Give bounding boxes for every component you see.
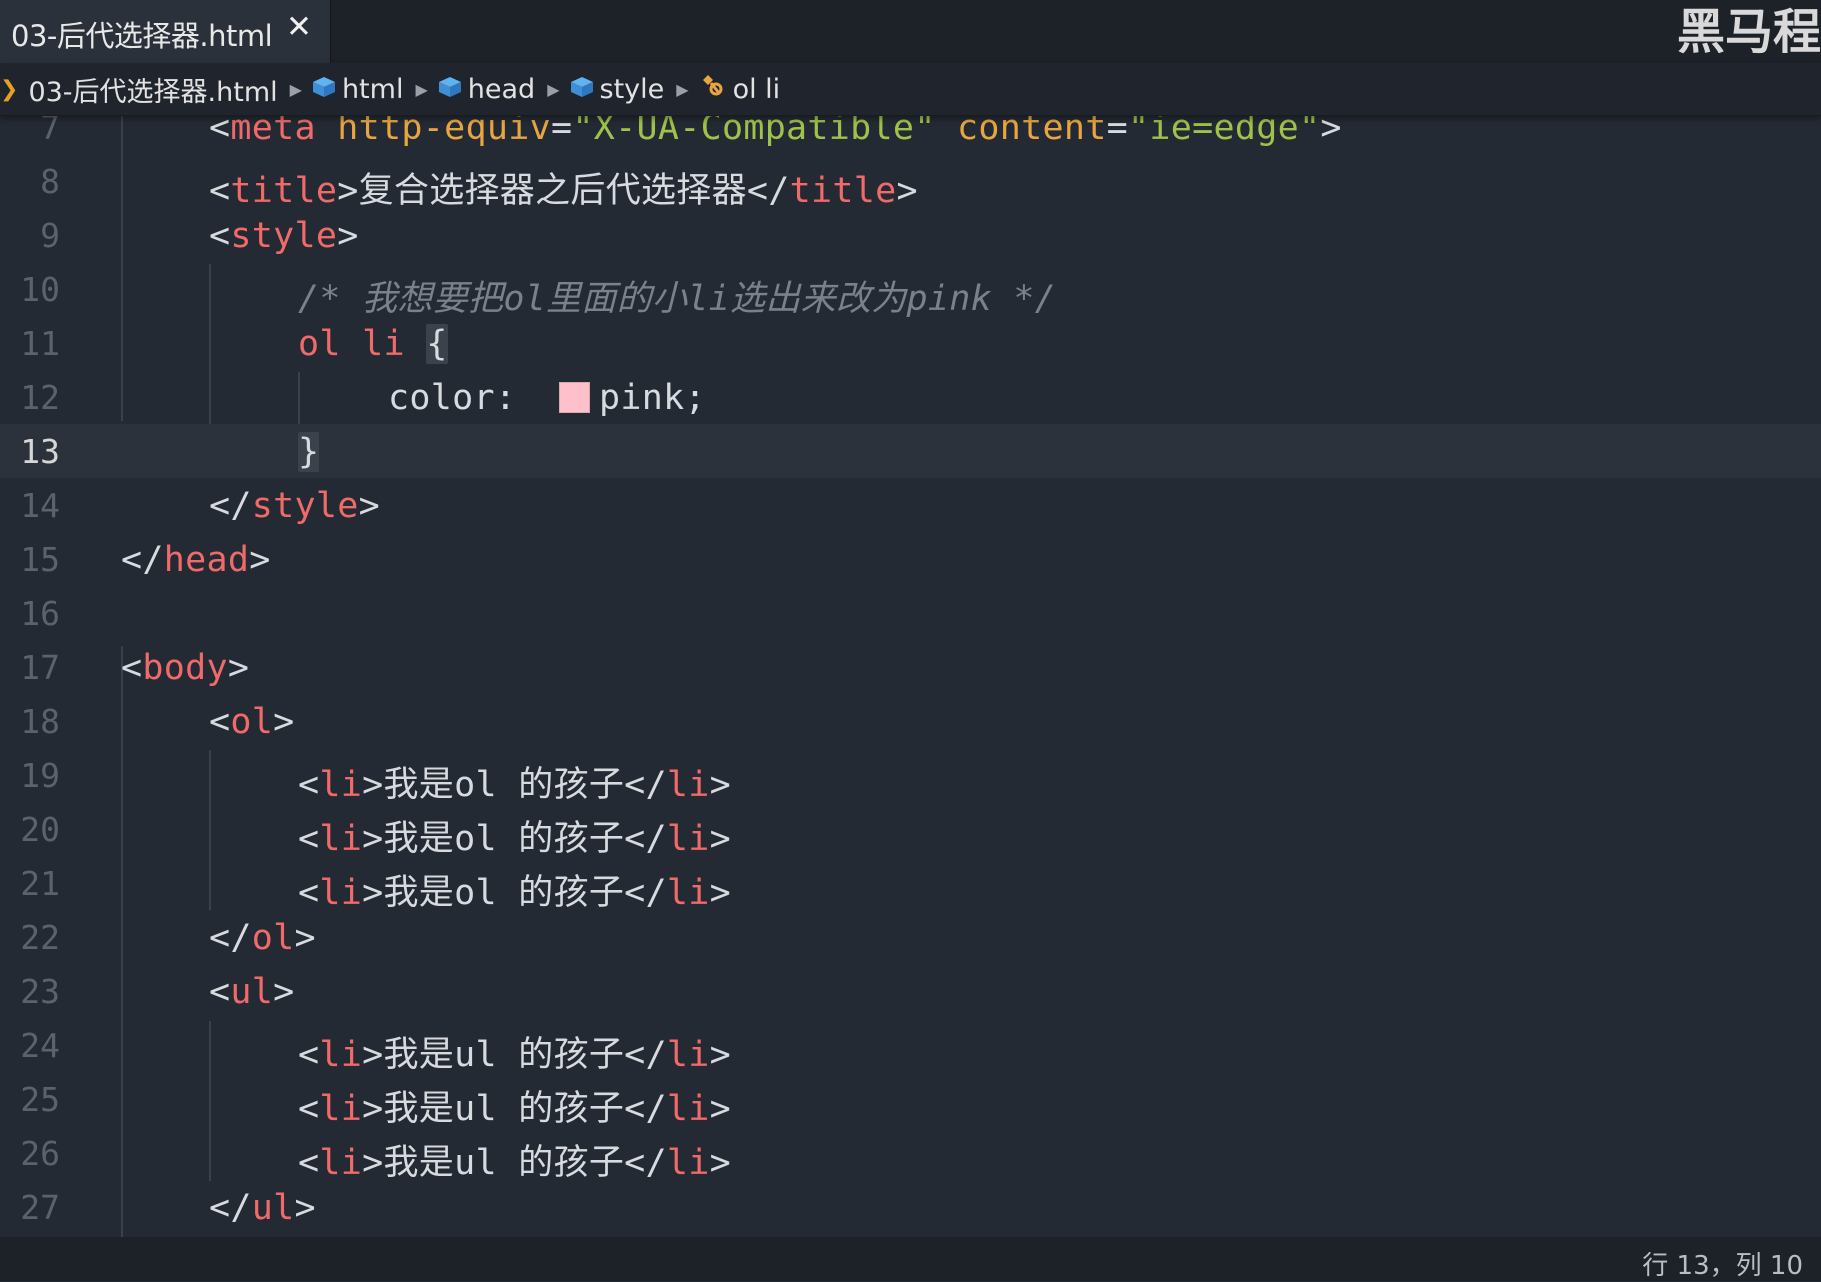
element-cube-icon [438, 74, 462, 105]
breadcrumb-chevron-icon: ❯ [0, 76, 19, 102]
code-line[interactable]: 18 <ol> [0, 694, 1821, 748]
breadcrumb-separator-icon: ▶ [289, 79, 302, 99]
code-line[interactable]: 9 <style> [0, 208, 1821, 262]
code-text: </ol> [209, 918, 316, 958]
element-cube-icon [570, 74, 594, 105]
line-number: 21 [20, 864, 60, 903]
code-comment: /* 我想要把ol里面的小li选出来改为pink */ [298, 279, 1057, 319]
code-text: </head> [121, 540, 271, 580]
line-number: 10 [20, 270, 60, 309]
breadcrumb-separator-icon: ▶ [547, 79, 560, 99]
code-text: <li>我是ul 的孩子</li> [298, 1143, 731, 1183]
code-text: </ul> [209, 1188, 316, 1228]
line-number: 17 [20, 648, 60, 687]
code-text: <body> [121, 648, 250, 688]
color-swatch-icon[interactable] [558, 382, 590, 413]
code-text: </style> [209, 486, 380, 526]
line-number: 25 [20, 1080, 60, 1119]
code-text: <li>我是ul 的孩子</li> [298, 1035, 731, 1075]
line-number: 19 [20, 756, 60, 795]
line-number: 18 [20, 702, 60, 741]
code-text: <style> [209, 216, 359, 256]
matched-brace: } [298, 432, 320, 472]
watermark-logo: 黑马程 [1676, 4, 1821, 60]
code-line-active[interactable]: 13 } [0, 424, 1821, 478]
code-line[interactable]: 22 </ol> [0, 910, 1821, 964]
breadcrumb-item-head[interactable]: head [468, 74, 535, 105]
code-line[interactable]: 15 </head> [0, 532, 1821, 586]
line-number: 15 [20, 540, 60, 579]
code-line[interactable]: 20 <li>我是ol 的孩子</li> [0, 802, 1821, 859]
line-number: 9 [40, 216, 60, 255]
code-line[interactable]: 14 </style> [0, 478, 1821, 532]
code-text: <li>我是ol 的孩子</li> [298, 873, 731, 913]
code-text: <meta http-equiv="X-UA-Compatible" conte… [209, 116, 1342, 148]
breadcrumb: ❯ 03-后代选择器.html ▶ html ▶ head ▶ style ▶ … [0, 63, 1821, 116]
code-text: <li>我是ol 的孩子</li> [298, 765, 731, 805]
element-cube-icon [312, 74, 336, 105]
code-text: <ol> [209, 702, 295, 742]
css-selector-icon [699, 73, 727, 106]
line-number: 16 [20, 594, 60, 633]
code-line[interactable]: 8 <title>复合选择器之后代选择器</title> [0, 154, 1821, 211]
code-text: <li>我是ol 的孩子</li> [298, 819, 731, 859]
tab-title[interactable]: 03-后代选择器.html [11, 13, 273, 55]
code-line[interactable]: 12 color: pink; [0, 370, 1821, 424]
line-number: 26 [20, 1134, 60, 1173]
code-line[interactable]: 25 <li>我是ul 的孩子</li> [0, 1072, 1821, 1129]
breadcrumb-item-file[interactable]: 03-后代选择器.html [28, 70, 277, 109]
code-line[interactable]: 23 <ul> [0, 964, 1821, 1018]
line-number: 13 [20, 432, 60, 471]
code-line[interactable]: 27 </ul> [0, 1180, 1821, 1234]
code-text: <li>我是ul 的孩子</li> [298, 1089, 731, 1129]
code-line[interactable]: 24 <li>我是ul 的孩子</li> [0, 1018, 1821, 1075]
code-text: <title>复合选择器之后代选择器</title> [209, 171, 918, 211]
code-line[interactable]: 10 /* 我想要把ol里面的小li选出来改为pink */ [0, 262, 1821, 319]
line-number: 8 [40, 162, 60, 201]
code-editor[interactable]: 7 <meta http-equiv="X-UA-Compatible" con… [0, 116, 1821, 1237]
breadcrumb-item-selector[interactable]: ol li [733, 74, 781, 105]
code-text: } [298, 432, 320, 472]
matched-brace: { [426, 324, 448, 364]
code-line[interactable]: 11 ol li { [0, 316, 1821, 370]
line-number: 11 [20, 324, 60, 363]
tab-bar: 03-后代选择器.html ✕ 黑马程 [0, 0, 1821, 63]
close-icon[interactable]: ✕ [286, 9, 312, 45]
line-number: 12 [20, 378, 60, 417]
line-number: 14 [20, 486, 60, 525]
line-number: 27 [20, 1188, 60, 1227]
code-line[interactable]: 16 [0, 586, 1821, 640]
code-line[interactable]: 17 <body> [0, 640, 1821, 694]
code-text: color: pink; [388, 378, 706, 418]
line-number: 22 [20, 918, 60, 957]
code-line[interactable]: 26 <li>我是ul 的孩子</li> [0, 1126, 1821, 1183]
code-text: ol li { [298, 324, 448, 364]
breadcrumb-item-style[interactable]: style [600, 74, 665, 105]
code-line[interactable]: 19 <li>我是ol 的孩子</li> [0, 748, 1821, 805]
status-bar: 行 13，列 10 [0, 1237, 1821, 1281]
editor-tab[interactable]: 03-后代选择器.html ✕ [0, 0, 331, 63]
breadcrumb-item-html[interactable]: html [342, 74, 404, 105]
cursor-position[interactable]: 行 13，列 10 [1642, 1245, 1803, 1282]
line-number: 20 [20, 810, 60, 849]
code-line[interactable]: 7 <meta http-equiv="X-UA-Compatible" con… [0, 116, 1821, 154]
line-number: 23 [20, 972, 60, 1011]
breadcrumb-separator-icon: ▶ [676, 79, 689, 99]
line-number: 7 [40, 116, 60, 147]
code-text: <ul> [209, 972, 295, 1012]
code-line[interactable]: 21 <li>我是ol 的孩子</li> [0, 856, 1821, 913]
breadcrumb-separator-icon: ▶ [415, 79, 428, 99]
line-number: 24 [20, 1026, 60, 1065]
